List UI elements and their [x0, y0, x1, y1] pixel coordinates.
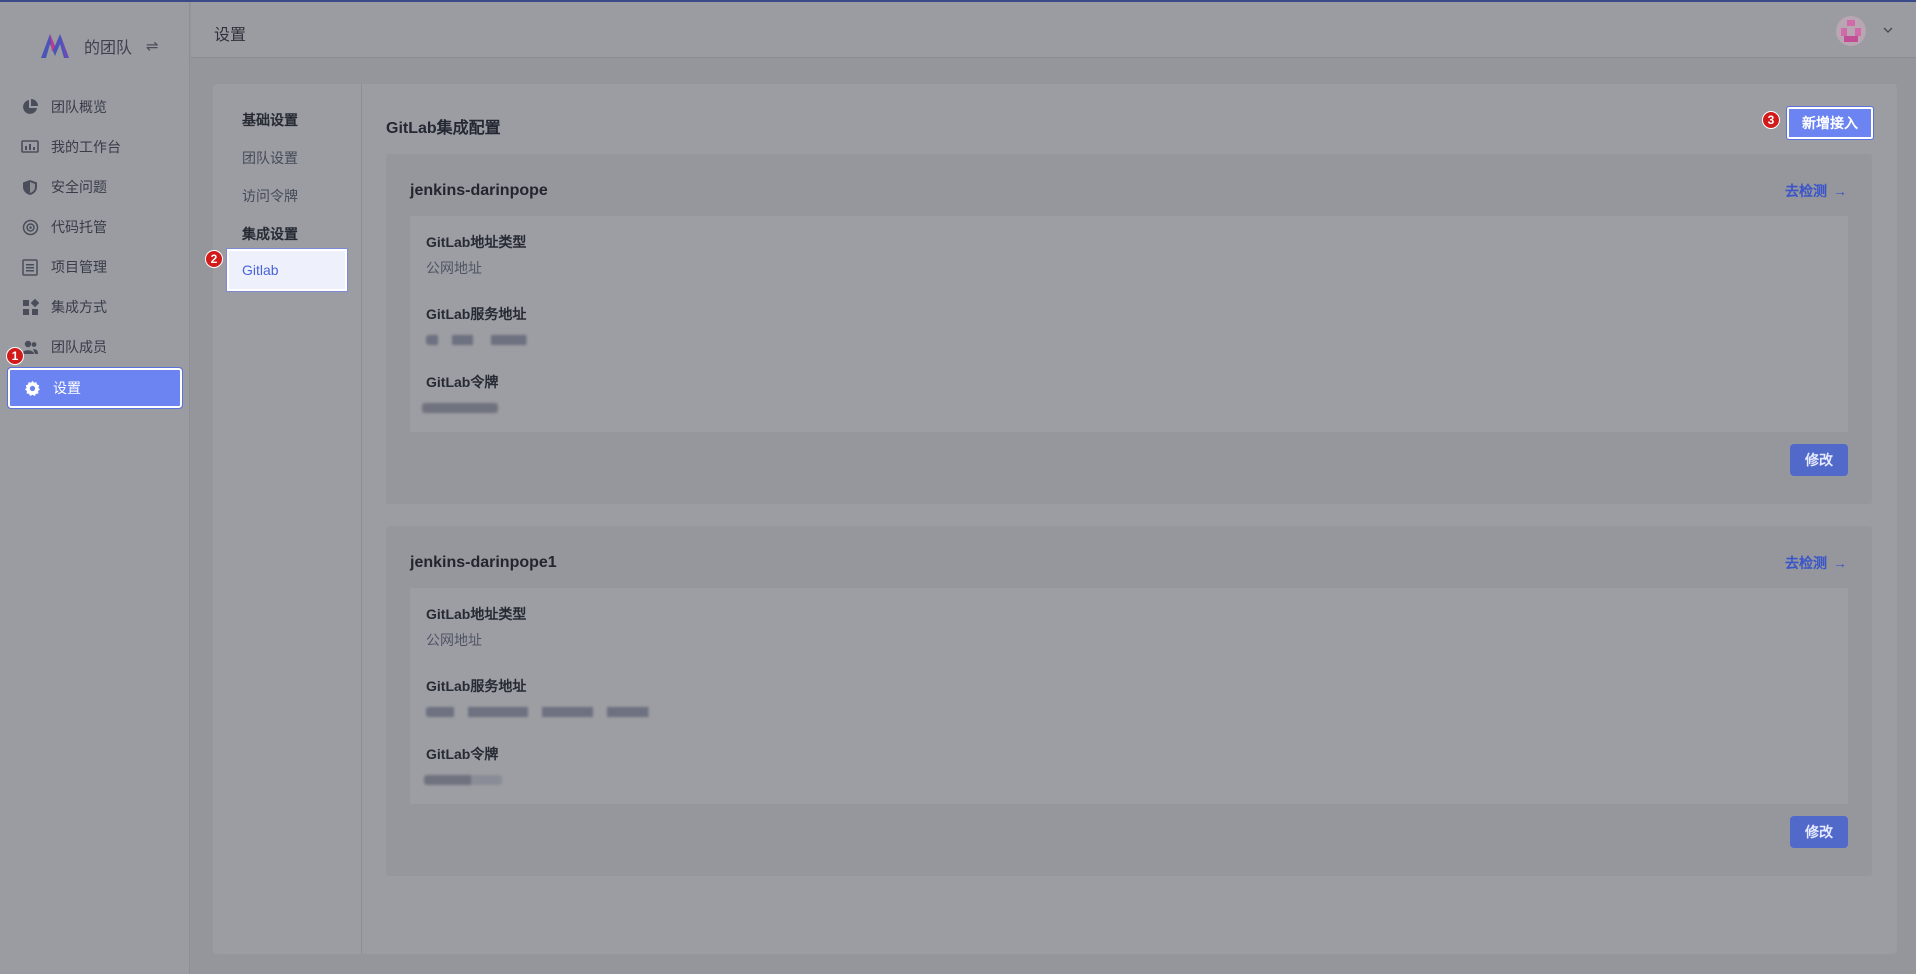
config-name: jenkins-darinpope [410, 182, 548, 199]
config-details: GitLab地址类型 公网地址 GitLab服务地址 GitLab令牌 [410, 588, 1848, 804]
step-marker-3: 3 [1762, 111, 1780, 129]
edit-button[interactable]: 修改 [1790, 816, 1848, 848]
gitlab-config-card: jenkins-darinpope 去检测 → GitLab地址类型 公网地址 … [386, 154, 1872, 504]
field-token-value-redacted [422, 400, 498, 416]
field-token-value-redacted [424, 772, 502, 788]
step-marker-1: 1 [6, 347, 24, 365]
sidebar-item-integrations[interactable]: 集成方式 [8, 287, 182, 327]
config-details: GitLab地址类型 公网地址 GitLab服务地址 GitLab令牌 [410, 216, 1848, 432]
detect-label: 去检测 [1785, 183, 1827, 199]
subnav-item-gitlab[interactable]: Gitlab [226, 248, 348, 292]
dashboard-icon [21, 138, 39, 156]
pie-chart-icon [21, 98, 39, 116]
team-switcher[interactable]: 的团队 ⇌ [38, 28, 159, 64]
gear-icon [23, 379, 41, 397]
field-token-label: GitLab令牌 [426, 746, 499, 762]
sidebar-item-label: 安全问题 [51, 179, 107, 195]
field-type-value: 公网地址 [426, 260, 482, 276]
sidebar-item-label: 设置 [53, 380, 81, 396]
subnav-group-integration: 集成设置 [242, 226, 298, 242]
avatar[interactable] [1836, 16, 1866, 46]
field-type-label: GitLab地址类型 [426, 606, 527, 622]
gitlab-config-card: jenkins-darinpope1 去检测 → GitLab地址类型 公网地址… [386, 526, 1872, 876]
switch-icon[interactable]: ⇌ [146, 37, 159, 55]
field-url-value-redacted [426, 332, 544, 348]
sidebar-item-code-hosting[interactable]: 代码托管 [8, 207, 182, 247]
field-type-value: 公网地址 [426, 632, 482, 648]
config-name: jenkins-darinpope1 [410, 554, 557, 571]
arrow-right-icon: → [1833, 183, 1847, 199]
detect-link[interactable]: 去检测 → [1785, 553, 1847, 573]
settings-subnav: 基础设置 团队设置 访问令牌 集成设置 Gitlab 2 [205, 84, 362, 954]
team-name: 的团队 [84, 40, 133, 57]
field-url-label: GitLab服务地址 [426, 678, 527, 694]
sidebar-item-settings[interactable]: 设置 [7, 367, 183, 409]
detect-label: 去检测 [1785, 555, 1827, 571]
sidebar: 的团队 ⇌ 团队概览 我的工作台 安全问题 代码托管 项目管理 集成方式 团队成… [0, 2, 190, 974]
sidebar-item-label: 项目管理 [51, 259, 107, 275]
top-header: 设置 [191, 2, 1916, 58]
subnav-item-access-token[interactable]: 访问令牌 [242, 186, 298, 206]
detect-link[interactable]: 去检测 → [1785, 181, 1847, 201]
section-title: GitLab集成配置 [386, 120, 501, 137]
subnav-group-basic: 基础设置 [242, 112, 298, 128]
shield-icon [21, 178, 39, 196]
settings-panel: 基础设置 团队设置 访问令牌 集成设置 Gitlab 2 GitLab集成配置 … [205, 84, 1897, 954]
add-integration-button[interactable]: 新增接入 [1786, 106, 1874, 140]
sidebar-item-team-overview[interactable]: 团队概览 [8, 87, 182, 127]
field-url-label: GitLab服务地址 [426, 306, 527, 322]
arrow-right-icon: → [1833, 555, 1847, 571]
avatar-image-icon [1841, 20, 1861, 42]
code-hosting-icon [21, 218, 39, 236]
sidebar-item-label: 团队成员 [51, 339, 107, 355]
sidebar-item-label: 我的工作台 [51, 139, 121, 155]
grid-icon [21, 298, 39, 316]
sidebar-item-team-members[interactable]: 团队成员 [8, 327, 182, 367]
edit-button[interactable]: 修改 [1790, 444, 1848, 476]
sidebar-item-label: 代码托管 [51, 219, 107, 235]
brand-logo-icon [41, 34, 69, 58]
step-marker-2: 2 [205, 250, 223, 268]
list-icon [21, 258, 39, 276]
field-url-value-redacted [426, 704, 658, 720]
sidebar-item-security-issues[interactable]: 安全问题 [8, 167, 182, 207]
sidebar-item-workbench[interactable]: 我的工作台 [8, 127, 182, 167]
sidebar-item-label: 团队概览 [51, 99, 107, 115]
field-token-label: GitLab令牌 [426, 374, 499, 390]
sidebar-item-project-management[interactable]: 项目管理 [8, 247, 182, 287]
subnav-item-team-settings[interactable]: 团队设置 [242, 148, 298, 168]
chevron-down-icon[interactable] [1882, 24, 1894, 36]
sidebar-item-label: 集成方式 [51, 299, 107, 315]
field-type-label: GitLab地址类型 [426, 234, 527, 250]
page-title: 设置 [214, 27, 247, 44]
